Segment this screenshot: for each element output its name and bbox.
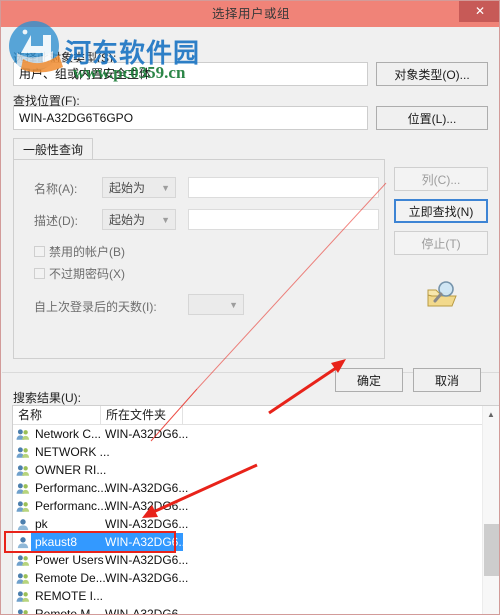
days-since-logon-select[interactable]: ▼ — [188, 294, 244, 315]
row-folder: WIN-A32DG6... — [105, 553, 189, 567]
list-vertical-scrollbar[interactable]: ▲ — [482, 406, 499, 614]
description-label: 描述(D): — [34, 214, 78, 228]
row-name: Remote M... — [35, 607, 101, 615]
find-now-button[interactable]: 立即查找(N) — [394, 199, 488, 223]
non-expiring-password-checkbox[interactable]: 不过期密码(X) — [34, 265, 125, 282]
table-row[interactable]: Performanc... WIN-A32DG6... — [13, 479, 482, 497]
close-icon[interactable]: ✕ — [459, 1, 499, 22]
row-name: Performanc... — [35, 499, 108, 513]
object-type-field[interactable]: 用户、组或内置安全主体 — [13, 62, 368, 86]
table-row[interactable]: OWNER RI... — [13, 461, 482, 479]
row-folder: WIN-A32DG6... — [105, 571, 189, 585]
column-header-folder[interactable]: 所在文件夹 — [101, 406, 183, 425]
ok-button[interactable]: 确定 — [335, 368, 403, 392]
row-name: OWNER RI... — [35, 463, 107, 477]
table-row[interactable]: Power Users WIN-A32DG6... — [13, 551, 482, 569]
disabled-accounts-checkbox[interactable]: 禁用的帐户(B) — [34, 243, 125, 260]
scrollbar-thumb[interactable] — [484, 524, 499, 576]
column-header-name[interactable]: 名称 — [13, 406, 101, 425]
magnifier-folder-icon — [422, 279, 460, 309]
row-name: REMOTE I... — [35, 589, 104, 603]
row-folder: WIN-A32DG6... — [105, 481, 189, 495]
disabled-accounts-label: 禁用的帐户(B) — [49, 245, 125, 259]
columns-button[interactable]: 列(C)... — [394, 167, 488, 191]
object-types-button[interactable]: 对象类型(O)... — [376, 62, 488, 86]
table-row[interactable]: REMOTE I... — [13, 587, 482, 605]
row-folder: WIN-A32DG6... — [105, 607, 189, 615]
table-row[interactable]: Network C... WIN-A32DG6... — [13, 425, 482, 443]
selected-row-annotation-box — [4, 531, 176, 553]
tab-general-query[interactable]: 一般性查询 — [13, 138, 94, 160]
search-results-list[interactable]: 名称 所在文件夹 Network C... WIN-A32DG6... NETWOR… — [12, 405, 499, 615]
general-query-panel: 名称(A): 起始为 ▼ 描述(D): 起始为 ▼ 禁用的帐户(B) 不过期密码… — [13, 159, 385, 359]
chevron-down-icon: ▼ — [161, 183, 170, 193]
row-name: Power Users — [35, 553, 104, 567]
stop-button[interactable]: 停止(T) — [394, 231, 488, 255]
checkbox-box-icon — [34, 246, 45, 257]
name-condition-select[interactable]: 起始为 ▼ — [102, 177, 176, 198]
row-name: Performanc... — [35, 481, 108, 495]
list-rows-container: Network C... WIN-A32DG6... NETWORK ... OWNE… — [13, 425, 482, 615]
row-folder: WIN-A32DG6... — [105, 499, 189, 513]
description-input[interactable] — [188, 209, 379, 230]
row-folder: WIN-A32DG6... — [105, 427, 189, 441]
row-name: NETWORK ... — [35, 445, 110, 459]
location-field[interactable]: WIN-A32DG6T6GPO — [13, 106, 368, 130]
name-input[interactable] — [188, 177, 379, 198]
table-row[interactable]: Performanc... WIN-A32DG6... — [13, 497, 482, 515]
list-column-header: 名称 所在文件夹 — [13, 406, 499, 425]
non-expiring-password-label: 不过期密码(X) — [49, 267, 125, 281]
tab-strip: 一般性查询 — [13, 138, 373, 160]
description-condition-value: 起始为 — [109, 213, 146, 227]
title-bar: 选择用户或组 ✕ — [1, 1, 499, 27]
days-since-logon-label: 自上次登录后的天数(I): — [34, 300, 157, 314]
table-row[interactable]: NETWORK ... — [13, 443, 482, 461]
select-users-or-groups-dialog: 选择用户或组 ✕ 选择此对象类型(S): 用户、组或内置安全主体 对象类型(O)… — [0, 0, 500, 615]
location-button[interactable]: 位置(L)... — [376, 106, 488, 130]
chevron-down-icon: ▼ — [229, 300, 238, 310]
scroll-up-icon[interactable]: ▲ — [483, 406, 499, 423]
column-header-filler — [183, 406, 482, 425]
row-name: Remote De... — [35, 571, 106, 585]
chevron-down-icon: ▼ — [161, 215, 170, 225]
description-condition-select[interactable]: 起始为 ▼ — [102, 209, 176, 230]
name-condition-value: 起始为 — [109, 181, 146, 195]
row-name: Network C... — [35, 427, 102, 441]
table-row[interactable]: Remote M... WIN-A32DG6... — [13, 605, 482, 615]
table-row[interactable]: Remote De... WIN-A32DG6... — [13, 569, 482, 587]
name-label: 名称(A): — [34, 182, 78, 196]
search-results-label: 搜索结果(U): — [13, 391, 81, 405]
cancel-button[interactable]: 取消 — [413, 368, 481, 392]
checkbox-box-icon — [34, 268, 45, 279]
window-title: 选择用户或组 — [211, 7, 290, 21]
